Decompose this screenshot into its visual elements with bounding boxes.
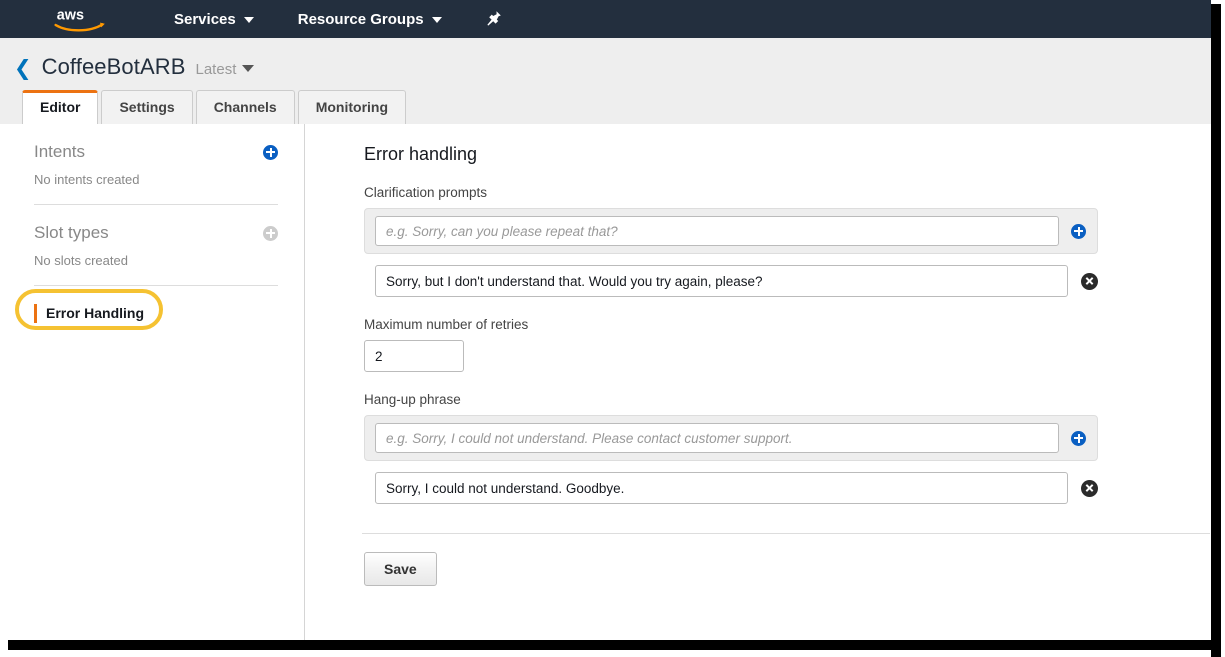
chevron-down-icon: [431, 17, 442, 23]
nav-services-label: Services: [174, 10, 236, 28]
sidebar-section-intents: Intents No intents created: [0, 124, 304, 187]
bot-header: ❮ CoffeeBotARB Latest Editor Settings Ch…: [0, 38, 1211, 124]
hangup-phrase-value-input[interactable]: [375, 472, 1068, 504]
tab-editor[interactable]: Editor: [22, 90, 99, 124]
add-clarification-prompt-button[interactable]: [1071, 223, 1086, 239]
aws-logo-icon[interactable]: aws: [52, 4, 112, 34]
max-retries-label: Maximum number of retries: [364, 317, 529, 332]
body-area: Intents No intents created Slot types No…: [0, 124, 1211, 640]
save-button[interactable]: Save: [364, 552, 437, 586]
add-intent-icon[interactable]: [263, 144, 278, 160]
clarification-prompt-value-row: [364, 265, 1098, 297]
tab-channels[interactable]: Channels: [195, 90, 295, 124]
aws-top-nav: aws Services Resource Groups: [0, 0, 1211, 38]
hangup-phrase-input[interactable]: [375, 423, 1059, 453]
window-shadow-right: [1211, 4, 1221, 657]
intents-title: Intents: [34, 142, 86, 161]
breadcrumb: ❮ CoffeeBotARB Latest: [14, 54, 255, 80]
error-handling-panel: Error handling Clarification prompts Max…: [306, 124, 1211, 640]
plus-circle-icon: [1071, 223, 1086, 239]
sidebar-section-slot-types: Slot types No slots created: [0, 205, 304, 268]
clarification-prompt-add-group: [364, 208, 1098, 254]
tab-bar: Editor Settings Channels Monitoring: [22, 90, 407, 124]
sidebar-item-label: Error Handling: [46, 305, 145, 321]
clarification-prompt-input[interactable]: [375, 216, 1059, 246]
plus-circle-icon: [1071, 430, 1086, 446]
back-chevron-icon[interactable]: ❮: [14, 58, 32, 79]
tab-settings[interactable]: Settings: [101, 90, 193, 124]
nav-services[interactable]: Services: [164, 0, 264, 38]
selected-indicator: [34, 303, 37, 323]
clarification-prompts-label: Clarification prompts: [364, 185, 488, 200]
chevron-down-icon: [242, 65, 255, 72]
page-title: CoffeeBotARB: [41, 54, 186, 79]
hangup-phrase-label: Hang-up phrase: [364, 392, 461, 407]
slot-types-empty-text: No slots created: [34, 253, 128, 268]
add-slot-type-icon[interactable]: [263, 225, 278, 241]
nav-resource-groups-label: Resource Groups: [297, 10, 424, 28]
sidebar-divider: [34, 285, 278, 286]
browser-window: aws Services Resource Groups ❮ CoffeeBot…: [0, 0, 1211, 648]
clarification-prompt-value-input[interactable]: [375, 265, 1068, 297]
slot-types-header: Slot types: [34, 205, 278, 243]
bot-version-select[interactable]: Latest: [196, 61, 255, 78]
remove-clarification-prompt-icon[interactable]: [1081, 272, 1098, 290]
slot-types-title: Slot types: [34, 223, 109, 242]
hangup-phrase-value-row: [364, 472, 1098, 504]
bot-version-label: Latest: [195, 61, 237, 78]
remove-hangup-phrase-icon[interactable]: [1081, 479, 1098, 497]
nav-resource-groups[interactable]: Resource Groups: [288, 0, 452, 38]
svg-text:aws: aws: [57, 8, 84, 24]
panel-title: Error handling: [364, 144, 478, 164]
max-retries-input[interactable]: [364, 340, 464, 372]
add-hangup-phrase-button[interactable]: [1071, 430, 1086, 446]
pushpin-icon[interactable]: [478, 0, 510, 38]
chevron-down-icon: [243, 17, 254, 23]
window-shadow-bottom: [8, 640, 1219, 650]
editor-sidebar: Intents No intents created Slot types No…: [0, 124, 305, 640]
hangup-phrase-add-group: [364, 415, 1098, 461]
tab-monitoring[interactable]: Monitoring: [297, 90, 407, 124]
sidebar-item-error-handling[interactable]: Error Handling: [0, 289, 304, 330]
intents-header: Intents: [34, 124, 278, 162]
intents-empty-text: No intents created: [34, 172, 140, 187]
content-divider: [362, 533, 1210, 534]
